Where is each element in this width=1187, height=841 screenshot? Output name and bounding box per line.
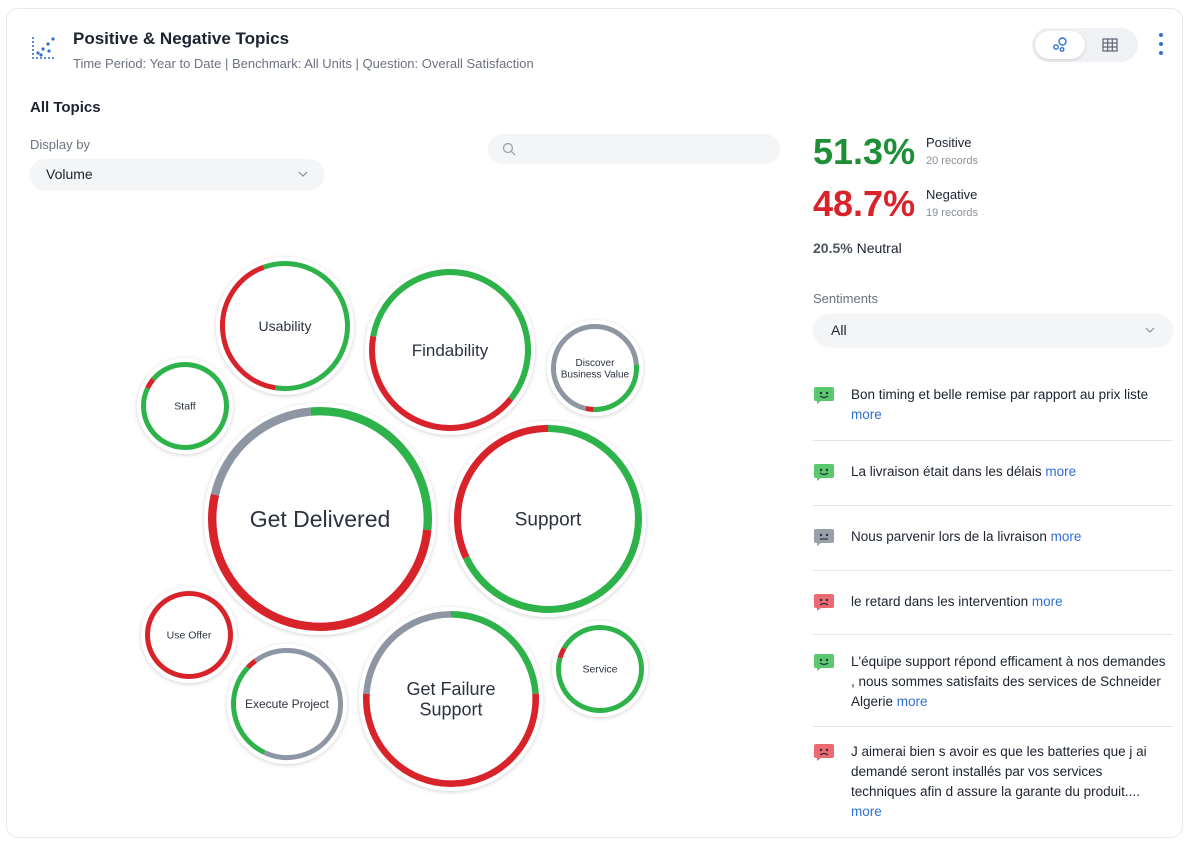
more-link[interactable]: more <box>1051 529 1082 544</box>
more-link[interactable]: more <box>1032 594 1063 609</box>
table-view-button[interactable] <box>1085 31 1135 59</box>
table-view-icon <box>1102 38 1118 52</box>
bubble-view-button[interactable] <box>1035 31 1085 59</box>
comment-text: J aimerai bien s avoir es que les batter… <box>851 742 1171 822</box>
topic-bubble[interactable]: Get Delivered <box>204 403 436 635</box>
bubble-label: Usability <box>259 318 312 334</box>
topic-bubble[interactable]: Findability <box>365 265 535 435</box>
negative-label: Negative <box>926 187 978 202</box>
comment-divider <box>813 726 1173 727</box>
sentiments-value: All <box>831 322 847 338</box>
topic-bubble[interactable]: Service <box>552 621 648 717</box>
positive-sentiment-icon <box>814 464 834 481</box>
positive-label: Positive <box>926 135 972 150</box>
bubble-view-icon <box>1053 37 1067 52</box>
bubble-label: Support <box>515 510 582 531</box>
comment-text: Bon timing et belle remise par rapport a… <box>851 385 1171 425</box>
negative-records: 19 records <box>926 207 978 219</box>
topic-bubble[interactable]: Usability <box>216 257 354 395</box>
bubble-label: Service <box>582 664 617 676</box>
more-link[interactable]: more <box>897 694 928 709</box>
sentiments-select[interactable]: All <box>813 314 1173 346</box>
positive-records: 20 records <box>926 155 978 167</box>
sentiments-label: Sentiments <box>813 291 879 306</box>
topic-bubble-chart: Get Delivered Support Findability Get Failu… <box>137 257 648 791</box>
comment-divider <box>813 505 1173 506</box>
negative-sentiment-icon <box>814 594 834 611</box>
neutral-summary: 20.5% Neutral <box>813 240 902 256</box>
topic-bubble[interactable]: Get Failure Support <box>359 607 543 791</box>
comment-text: La livraison était dans les délais more <box>851 462 1171 482</box>
comment-text: le retard dans les intervention more <box>851 592 1171 612</box>
comment-divider <box>813 570 1173 571</box>
neutral-label: Neutral <box>856 240 902 256</box>
chevron-down-icon <box>1145 327 1155 333</box>
comment-body: le retard dans les intervention <box>851 594 1029 609</box>
kebab-menu-icon[interactable] <box>1152 30 1170 58</box>
topic-bubble[interactable]: Use Offer <box>141 587 237 683</box>
more-link[interactable]: more <box>851 804 882 819</box>
comment-divider <box>813 634 1173 635</box>
bubble-label: Use Offer <box>167 630 212 642</box>
topic-bubble[interactable]: Staff <box>137 358 233 454</box>
topic-bubble[interactable]: Support <box>450 421 646 617</box>
bubble-label: Staff <box>174 401 195 413</box>
comment-body: J aimerai bien s avoir es que les batter… <box>851 744 1147 799</box>
comment-body: La livraison était dans les délais <box>851 464 1042 479</box>
bubble-negative-arc <box>585 405 594 412</box>
topic-bubble[interactable]: Discover Business Value <box>547 320 643 416</box>
more-link[interactable]: more <box>851 407 882 422</box>
neutral-sentiment-icon <box>814 529 834 546</box>
comment-text: Nous parvenir lors de la livraison more <box>851 527 1171 547</box>
positive-sentiment-icon <box>814 387 834 404</box>
topic-bubble[interactable]: Execute Project <box>227 644 347 764</box>
negative-percent: 48.7% <box>813 183 916 224</box>
view-toggle <box>1032 28 1138 62</box>
more-link[interactable]: more <box>1045 464 1076 479</box>
comment-divider <box>813 440 1173 441</box>
bubble-label: Get Delivered <box>250 506 391 532</box>
comment-body: Bon timing et belle remise par rapport a… <box>851 387 1149 402</box>
comment-body: Nous parvenir lors de la livraison <box>851 529 1047 544</box>
comment-text: L'équipe support répond efficament à nos… <box>851 652 1171 712</box>
positive-sentiment-icon <box>814 654 834 671</box>
bubble-label: Findability <box>412 341 489 360</box>
neutral-percent: 20.5% <box>813 240 853 256</box>
positive-percent: 51.3% <box>813 131 916 172</box>
bubble-label: Execute Project <box>245 697 330 711</box>
negative-sentiment-icon <box>814 744 834 761</box>
bubble-label: Get Failure Support <box>406 679 495 720</box>
